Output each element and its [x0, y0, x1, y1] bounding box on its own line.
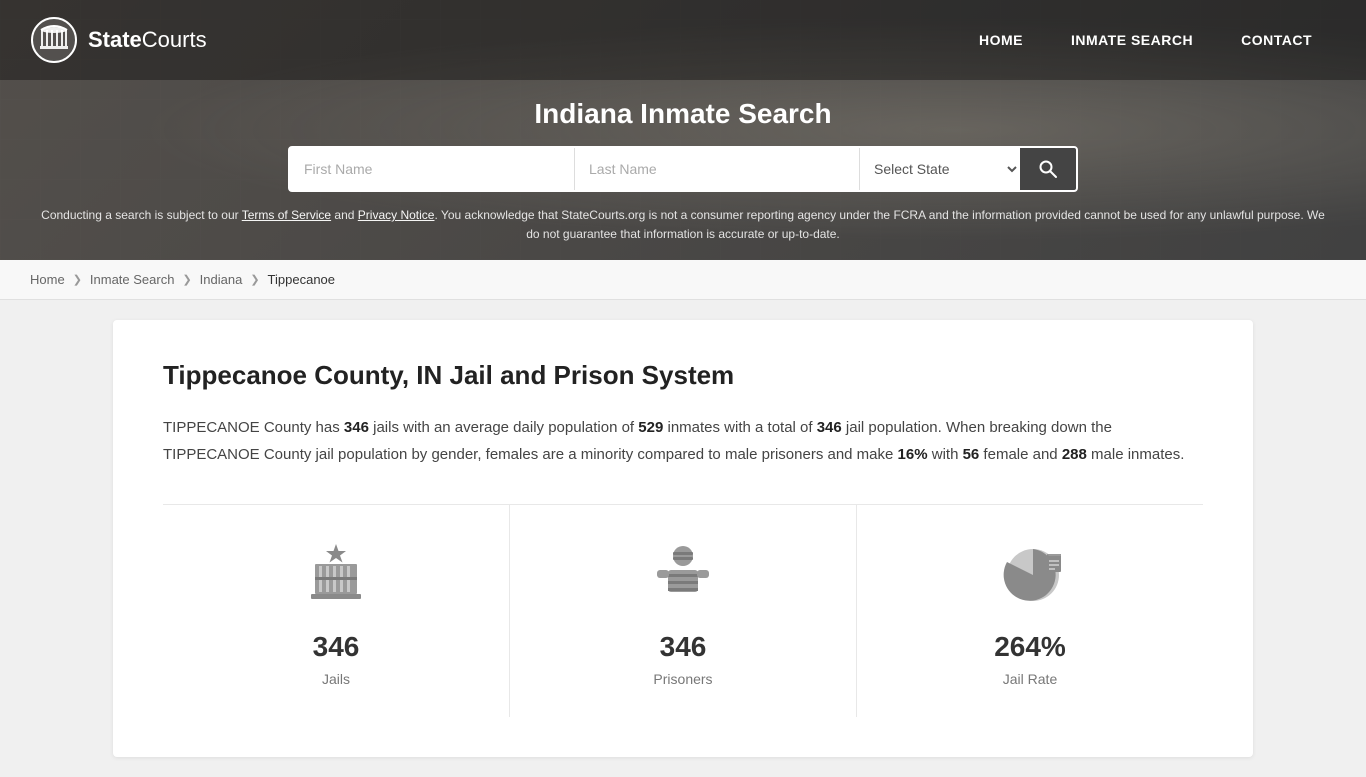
desc-after-female: female and — [979, 446, 1062, 463]
desc-after-jails: jails with an average daily population o… — [369, 419, 638, 436]
nav-home[interactable]: HOME — [955, 4, 1047, 76]
desc-female-pct: 16% — [898, 446, 928, 463]
breadcrumb-sep-1: ❯ — [73, 273, 82, 286]
stat-prisoners-value: 346 — [660, 631, 707, 663]
desc-avg-pop: 529 — [638, 419, 663, 436]
last-name-input[interactable] — [575, 148, 860, 190]
navbar: StateCourts HOME INMATE SEARCH CONTACT — [0, 0, 1366, 80]
first-name-input[interactable] — [290, 148, 575, 190]
desc-after-avg: inmates with a total of — [663, 419, 816, 436]
breadcrumb-sep-2: ❯ — [182, 273, 191, 286]
nav-inmate-search[interactable]: INMATE SEARCH — [1047, 4, 1217, 76]
hero-title: Indiana Inmate Search — [20, 98, 1346, 130]
content-card: Tippecanoe County, IN Jail and Prison Sy… — [113, 320, 1253, 757]
terms-link[interactable]: Terms of Service — [242, 208, 331, 222]
hero-content: Indiana Inmate Search Select State Alaba… — [0, 80, 1366, 192]
jail-rate-icon — [990, 535, 1070, 615]
search-icon — [1038, 159, 1058, 179]
stat-prisoners-label: Prisoners — [653, 671, 712, 687]
desc-after-pct: with — [928, 446, 963, 463]
hero-section: StateCourts HOME INMATE SEARCH CONTACT I… — [0, 0, 1366, 260]
breadcrumb-county: Tippecanoe — [268, 272, 335, 287]
stat-jails: 346 Jails — [163, 505, 510, 717]
stat-prisoners: 346 Prisoners — [510, 505, 857, 717]
desc-after-male: male inmates. — [1087, 446, 1185, 463]
county-title: Tippecanoe County, IN Jail and Prison Sy… — [163, 360, 1203, 391]
county-description: TIPPECANOE County has 346 jails with an … — [163, 415, 1203, 468]
nav-links: HOME INMATE SEARCH CONTACT — [955, 4, 1336, 76]
prisoner-icon — [643, 535, 723, 615]
desc-female-count: 56 — [963, 446, 980, 463]
desc-prefix: TIPPECANOE County has — [163, 419, 344, 436]
logo-text: StateCourts — [88, 27, 207, 53]
breadcrumb-sep-3: ❯ — [250, 273, 259, 286]
stat-jails-value: 346 — [313, 631, 360, 663]
desc-jails-count: 346 — [344, 419, 369, 436]
stat-jail-rate-label: Jail Rate — [1003, 671, 1057, 687]
desc-male-count: 288 — [1062, 446, 1087, 463]
breadcrumb-home[interactable]: Home — [30, 272, 65, 287]
breadcrumb-state[interactable]: Indiana — [200, 272, 243, 287]
desc-total-pop: 346 — [817, 419, 842, 436]
stats-row: 346 Jails — [163, 504, 1203, 717]
logo-link[interactable]: StateCourts — [30, 16, 207, 64]
privacy-link[interactable]: Privacy Notice — [358, 208, 435, 222]
breadcrumb: Home ❯ Inmate Search ❯ Indiana ❯ Tippeca… — [0, 260, 1366, 300]
logo-icon — [30, 16, 78, 64]
stat-jail-rate: 264% Jail Rate — [857, 505, 1203, 717]
state-select[interactable]: Select State Alabama Indiana Texas — [860, 148, 1020, 190]
nav-contact[interactable]: CONTACT — [1217, 4, 1336, 76]
stat-jails-label: Jails — [322, 671, 350, 687]
search-bar: Select State Alabama Indiana Texas — [288, 146, 1078, 192]
main-container: Tippecanoe County, IN Jail and Prison Sy… — [83, 320, 1283, 757]
jail-icon — [296, 535, 376, 615]
disclaimer: Conducting a search is subject to our Te… — [0, 192, 1366, 260]
stat-jail-rate-value: 264% — [994, 631, 1066, 663]
search-button[interactable] — [1020, 148, 1076, 190]
breadcrumb-inmate-search[interactable]: Inmate Search — [90, 272, 175, 287]
